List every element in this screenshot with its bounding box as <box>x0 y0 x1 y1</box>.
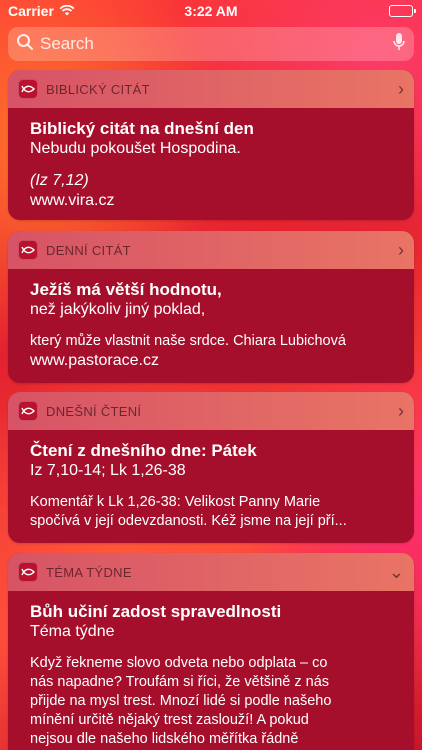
fish-icon <box>18 79 38 99</box>
widget-line: Iz 7,10-14; Lk 1,26-38 <box>30 462 186 479</box>
widget-title: DENNÍ CITÁT <box>46 242 131 258</box>
widget-title: DNEŠNÍ ČTENÍ <box>46 403 142 419</box>
fish-icon <box>18 240 38 260</box>
search-icon <box>16 33 34 56</box>
fish-icon <box>18 562 38 582</box>
chevron-right-icon[interactable]: › <box>398 401 404 422</box>
widget-tema-tydne[interactable]: TÉMA TÝDNE ⌄ Bůh učiní zadost spravedlno… <box>8 553 414 750</box>
paragraph-line: mínění určitě nějaký trest zaslouží! A p… <box>30 712 309 728</box>
battery-icon <box>389 5 416 17</box>
chevron-down-icon[interactable]: ⌄ <box>389 562 404 583</box>
clock: 3:22 AM <box>184 3 238 19</box>
widget-biblicky-citat[interactable]: BIBLICKÝ CITÁT › Biblický citát na dnešn… <box>8 70 414 220</box>
widget-headline: Ježíš má větší hodnotu, <box>30 280 222 299</box>
source-link[interactable]: www.vira.cz <box>30 191 392 211</box>
widget-line: Téma týdne <box>30 623 115 640</box>
chevron-right-icon[interactable]: › <box>398 240 404 261</box>
status-bar: Carrier 3:22 AM <box>0 0 422 22</box>
widget-denni-citat[interactable]: DENNÍ CITÁT › Ježíš má větší hodnotu, ne… <box>8 231 414 383</box>
widget-body: Bůh učiní zadost spravedlnosti Téma týdn… <box>8 591 414 750</box>
widget-header[interactable]: BIBLICKÝ CITÁT › <box>8 70 414 108</box>
fish-icon <box>18 401 38 421</box>
paragraph-line: Když řekneme slovo odveta nebo odplata –… <box>30 655 328 671</box>
widget-headline: Čtení z dnešního dne: Pátek <box>30 441 257 460</box>
paragraph-line: nejsou dle našeho lidského měřítka řádně <box>30 731 299 747</box>
comment-line: Komentář k Lk 1,26-38: Velikost Panny Ma… <box>30 494 321 510</box>
search-placeholder: Search <box>40 34 94 53</box>
widget-line: než jakýkoliv jiný poklad, <box>30 301 206 318</box>
widget-header[interactable]: DNEŠNÍ ČTENÍ › <box>8 392 414 430</box>
widget-body: Ježíš má větší hodnotu, než jakýkoliv ji… <box>8 269 414 383</box>
verse-reference: (Iz 7,12) <box>30 172 89 189</box>
widget-headline: Bůh učiní zadost spravedlnosti <box>30 602 282 621</box>
source-link[interactable]: www.pastorace.cz <box>30 351 392 371</box>
search-field[interactable]: Search <box>8 27 414 61</box>
widget-body: Biblický citát na dnešní den Nebudu poko… <box>8 108 414 220</box>
paragraph-line: přijde na mysl trest. Mnozí lidé si podl… <box>30 693 332 709</box>
comment-line: spočívá v její odevzdanosti. Kéž jsme na… <box>30 513 347 529</box>
widget-headline: Biblický citát na dnešní den <box>30 119 254 138</box>
widget-dnesni-cteni[interactable]: DNEŠNÍ ČTENÍ › Čtení z dnešního dne: Pát… <box>8 392 414 543</box>
widget-title: TÉMA TÝDNE <box>46 564 132 580</box>
widget-line: Nebudu pokoušet Hospodina. <box>30 140 241 157</box>
widget-body: Čtení z dnešního dne: Pátek Iz 7,10-14; … <box>8 430 414 543</box>
paragraph-line: nás napadne? Troufám si říci, že většině… <box>30 674 330 690</box>
widget-header[interactable]: DENNÍ CITÁT › <box>8 231 414 269</box>
widget-header[interactable]: TÉMA TÝDNE ⌄ <box>8 553 414 591</box>
microphone-icon[interactable] <box>392 32 406 57</box>
chevron-right-icon[interactable]: › <box>398 79 404 100</box>
widget-title: BIBLICKÝ CITÁT <box>46 81 150 97</box>
widget-line: který může vlastnit naše srdce. Chiara L… <box>30 333 346 349</box>
